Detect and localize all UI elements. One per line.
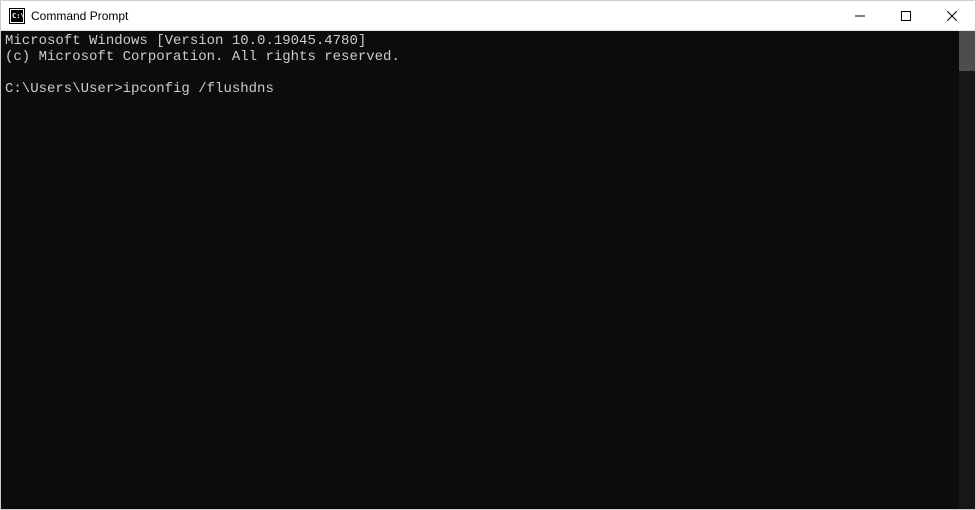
svg-text:C:\: C:\: [12, 12, 25, 20]
scrollbar-thumb[interactable]: [959, 31, 975, 71]
command-input[interactable]: ipconfig /flushdns: [123, 81, 274, 97]
minimize-icon: [855, 11, 865, 21]
command-prompt-window: C:\ Command Prompt Micro: [0, 0, 976, 510]
maximize-icon: [901, 11, 911, 21]
window-controls: [837, 1, 975, 30]
scrollbar[interactable]: [959, 31, 975, 509]
prompt: C:\Users\User>: [5, 81, 123, 97]
close-button[interactable]: [929, 1, 975, 30]
terminal[interactable]: Microsoft Windows [Version 10.0.19045.47…: [1, 31, 959, 509]
window-title: Command Prompt: [31, 9, 837, 23]
output-line: (c) Microsoft Corporation. All rights re…: [5, 49, 400, 65]
close-icon: [947, 11, 957, 21]
minimize-button[interactable]: [837, 1, 883, 30]
titlebar[interactable]: C:\ Command Prompt: [1, 1, 975, 31]
terminal-wrap: Microsoft Windows [Version 10.0.19045.47…: [1, 31, 975, 509]
output-line: Microsoft Windows [Version 10.0.19045.47…: [5, 33, 366, 49]
app-icon: C:\: [9, 8, 25, 24]
maximize-button[interactable]: [883, 1, 929, 30]
